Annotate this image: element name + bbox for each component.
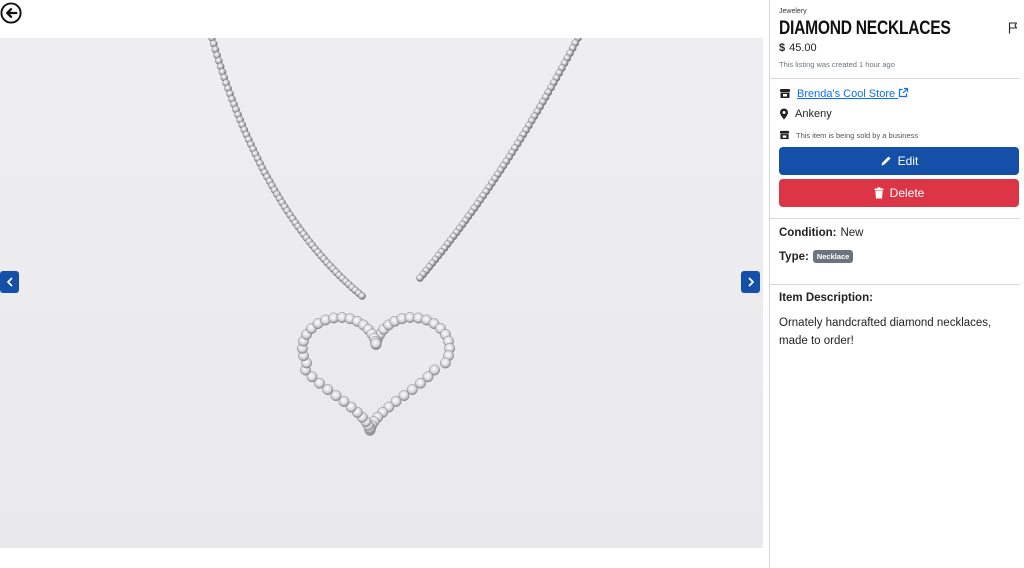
external-link-icon xyxy=(899,87,909,98)
previous-image-button[interactable] xyxy=(0,271,19,293)
trash-icon xyxy=(874,187,884,199)
condition-row: Condition: New xyxy=(779,227,864,239)
listing-photo xyxy=(0,38,763,548)
store-icon xyxy=(780,89,790,98)
description-text: Ornately handcrafted diamond necklaces, … xyxy=(779,317,992,347)
image-pane xyxy=(0,0,769,568)
listing-details-panel: Jewelery DIAMOND NECKLACES $45.00 This l… xyxy=(769,0,1024,568)
currency-symbol: $ xyxy=(779,42,786,54)
next-image-button[interactable] xyxy=(741,271,760,293)
listing-price: $45.00 xyxy=(779,42,817,54)
delete-button[interactable]: Delete xyxy=(779,179,1019,207)
store-row: Brenda's Cool Store xyxy=(779,87,909,100)
chevron-right-icon xyxy=(748,277,754,287)
condition-label: Condition: xyxy=(779,227,837,239)
type-row: Type: Necklace xyxy=(779,250,854,263)
store-name: Brenda's Cool Store xyxy=(797,88,896,100)
business-note: This item is being sold by a business xyxy=(796,130,919,140)
divider xyxy=(770,284,1020,285)
location-row: Ankeny xyxy=(779,108,832,120)
pencil-icon xyxy=(881,156,891,166)
created-timestamp: This listing was created 1 hour ago xyxy=(779,60,895,69)
store-icon xyxy=(779,130,790,140)
back-button[interactable] xyxy=(0,1,23,25)
price-value: 45.00 xyxy=(789,42,817,54)
description-heading: Item Description: xyxy=(779,292,873,304)
report-flag-button[interactable] xyxy=(1008,19,1018,34)
type-label: Type: xyxy=(779,250,809,263)
edit-button[interactable]: Edit xyxy=(779,147,1019,175)
condition-value: New xyxy=(840,227,864,239)
flag-icon xyxy=(1008,22,1018,34)
location-text: Ankeny xyxy=(795,108,832,120)
divider xyxy=(770,78,1020,79)
delete-label: Delete xyxy=(889,186,925,200)
listing-title: DIAMOND NECKLACES xyxy=(779,18,951,39)
store-link[interactable]: Brenda's Cool Store xyxy=(797,87,909,100)
chevron-left-icon xyxy=(6,277,12,287)
type-badge: Necklace xyxy=(812,250,854,263)
edit-label: Edit xyxy=(897,154,919,168)
business-note-row: This item is being sold by a business xyxy=(779,130,918,140)
map-pin-icon xyxy=(780,108,788,120)
circle-arrow-left-icon xyxy=(0,2,22,24)
listing-category: Jewelery xyxy=(779,8,807,15)
divider xyxy=(770,218,1020,219)
necklace-image xyxy=(208,38,582,436)
